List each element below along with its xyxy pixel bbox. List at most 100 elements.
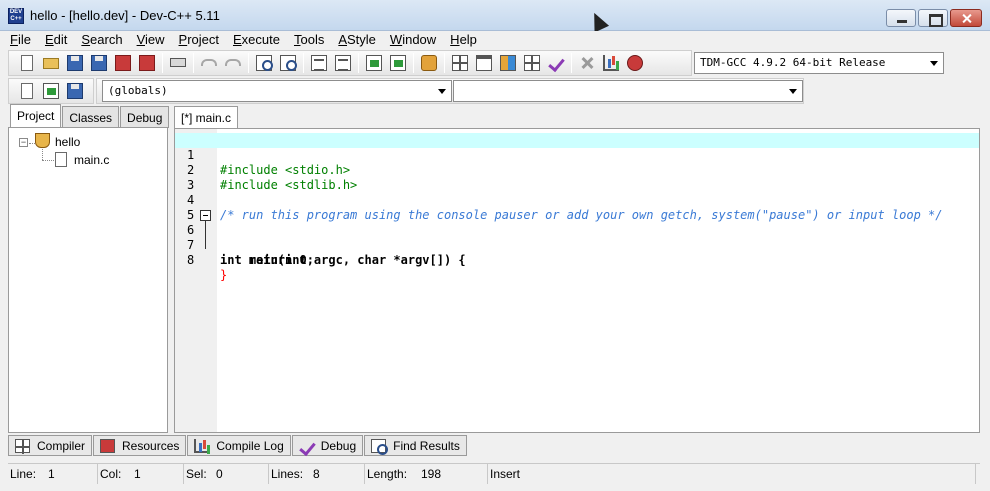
tree-item-project[interactable]: hello	[55, 135, 80, 149]
chevron-down-icon	[930, 61, 938, 66]
compile-grid-icon	[452, 55, 468, 71]
menu-astyle[interactable]: AStyle	[338, 31, 376, 49]
maximize-button[interactable]	[918, 9, 948, 27]
compile-button[interactable]	[450, 53, 470, 73]
bookmark-button[interactable]	[65, 81, 85, 101]
minimize-button[interactable]	[886, 9, 916, 27]
chevron-down-icon	[789, 89, 797, 94]
resources-icon	[100, 439, 116, 453]
tab-label: Debug	[320, 439, 357, 453]
status-line: Line: 1	[8, 464, 98, 484]
compile-run-icon	[500, 55, 516, 71]
insert-code-icon	[43, 83, 59, 99]
save-all-button[interactable]	[89, 53, 109, 73]
code-line[interactable]: 7 return 0;	[175, 223, 979, 267]
menu-view[interactable]: View	[137, 31, 165, 49]
tab-compile-log[interactable]: Compile Log	[187, 435, 291, 456]
save-button[interactable]	[65, 53, 85, 73]
syntax-check-button[interactable]	[546, 53, 566, 73]
new-file-button[interactable]	[17, 53, 37, 73]
unindent-button[interactable]	[333, 53, 353, 73]
redo-button[interactable]	[223, 53, 243, 73]
debug-check-icon	[299, 439, 314, 453]
code-line[interactable]: 2 #include <stdlib.h>	[175, 148, 979, 192]
dev-cpp-icon[interactable]: DEV C++	[8, 8, 24, 24]
tab-label: Find Results	[393, 439, 460, 453]
tab-label: Compiler	[37, 439, 86, 453]
menu-file[interactable]: File	[10, 31, 31, 49]
compiler-select[interactable]: TDM-GCC 4.9.2 64-bit Release	[694, 52, 944, 74]
member-select[interactable]	[453, 80, 803, 102]
menu-tools[interactable]: Tools	[294, 31, 324, 49]
undo-icon	[201, 59, 217, 66]
find-results-icon	[371, 439, 389, 455]
replace-icon	[280, 55, 297, 71]
tab-debug-output[interactable]: Debug	[291, 435, 364, 456]
collapse-icon[interactable]: −	[19, 138, 28, 147]
status-bar: Line: 1 Col: 1 Sel: 0 Lines: 8 Length: 1…	[8, 463, 980, 484]
find-button[interactable]	[254, 53, 274, 73]
status-col: Col: 1	[98, 464, 184, 484]
close-all-button[interactable]	[137, 53, 157, 73]
close-button[interactable]	[950, 9, 982, 27]
code-line[interactable]: 4 /* run this program using the console …	[175, 178, 979, 222]
debug-button[interactable]	[625, 53, 645, 73]
remove-from-project-button[interactable]	[388, 53, 408, 73]
tab-project[interactable]: Project	[10, 104, 62, 128]
replace-button[interactable]	[278, 53, 298, 73]
menu-project[interactable]: Project	[179, 31, 219, 49]
fold-toggle-icon[interactable]	[200, 210, 211, 221]
menu-execute[interactable]: Execute	[233, 31, 280, 49]
add-to-project-button[interactable]	[364, 53, 384, 73]
project-options-button[interactable]	[419, 53, 439, 73]
status-label: Length:	[367, 467, 408, 481]
goto-button[interactable]	[17, 81, 37, 101]
code-line[interactable]: 6 int main(int argc, char *argv[]) {	[175, 208, 979, 267]
unindent-icon	[335, 55, 351, 71]
rebuild-all-button[interactable]	[522, 53, 542, 73]
code-line[interactable]: 1 #include <stdio.h>	[175, 133, 979, 177]
project-options-icon	[421, 55, 437, 71]
menu-help[interactable]: Help	[450, 31, 477, 49]
menu-search[interactable]: Search	[81, 31, 122, 49]
debug-bug-icon	[627, 55, 643, 71]
code-line[interactable]: 5	[175, 193, 979, 222]
close-file-button[interactable]	[113, 53, 133, 73]
tab-debug[interactable]: Debug	[120, 106, 170, 128]
check-icon	[548, 55, 564, 71]
project-tree[interactable]: − hello main.c	[8, 127, 168, 433]
stop-execution-button[interactable]	[577, 53, 597, 73]
maximize-icon	[919, 10, 947, 27]
chevron-down-icon	[438, 89, 446, 94]
globals-select[interactable]: (globals)	[102, 80, 452, 102]
indent-icon	[311, 55, 327, 71]
tab-classes[interactable]: Classes	[62, 106, 120, 128]
status-value: 1	[48, 467, 55, 481]
run-window-icon	[476, 55, 492, 71]
menu-edit[interactable]: Edit	[45, 31, 67, 49]
tab-find-results[interactable]: Find Results	[364, 435, 467, 456]
undo-button[interactable]	[199, 53, 219, 73]
line-number: 8	[187, 253, 195, 267]
indent-button[interactable]	[309, 53, 329, 73]
code-text: }	[220, 268, 228, 282]
editor-tab-main-c[interactable]: [*] main.c	[174, 106, 239, 128]
profile-button[interactable]	[601, 53, 621, 73]
close-all-icon	[139, 55, 155, 71]
print-button[interactable]	[168, 53, 188, 73]
compile-run-button[interactable]	[498, 53, 518, 73]
tab-compiler[interactable]: Compiler	[8, 435, 93, 456]
stop-x-icon	[579, 55, 595, 71]
code-line[interactable]: 8 }	[175, 238, 979, 282]
minimize-icon	[887, 10, 915, 26]
menu-window[interactable]: Window	[390, 31, 436, 49]
insert-code-button[interactable]	[41, 81, 61, 101]
title-bar[interactable]: DEV C++ hello - [hello.dev] - Dev-C++ 5.…	[0, 0, 990, 31]
run-button[interactable]	[474, 53, 494, 73]
code-editor[interactable]: 1 #include <stdio.h> 2 #include <stdlib.…	[174, 128, 980, 433]
tree-item-file[interactable]: main.c	[74, 153, 109, 167]
tab-resources[interactable]: Resources	[93, 435, 187, 456]
new-file-icon	[21, 55, 33, 71]
code-line[interactable]: 3	[175, 163, 979, 192]
open-button[interactable]	[41, 53, 61, 73]
